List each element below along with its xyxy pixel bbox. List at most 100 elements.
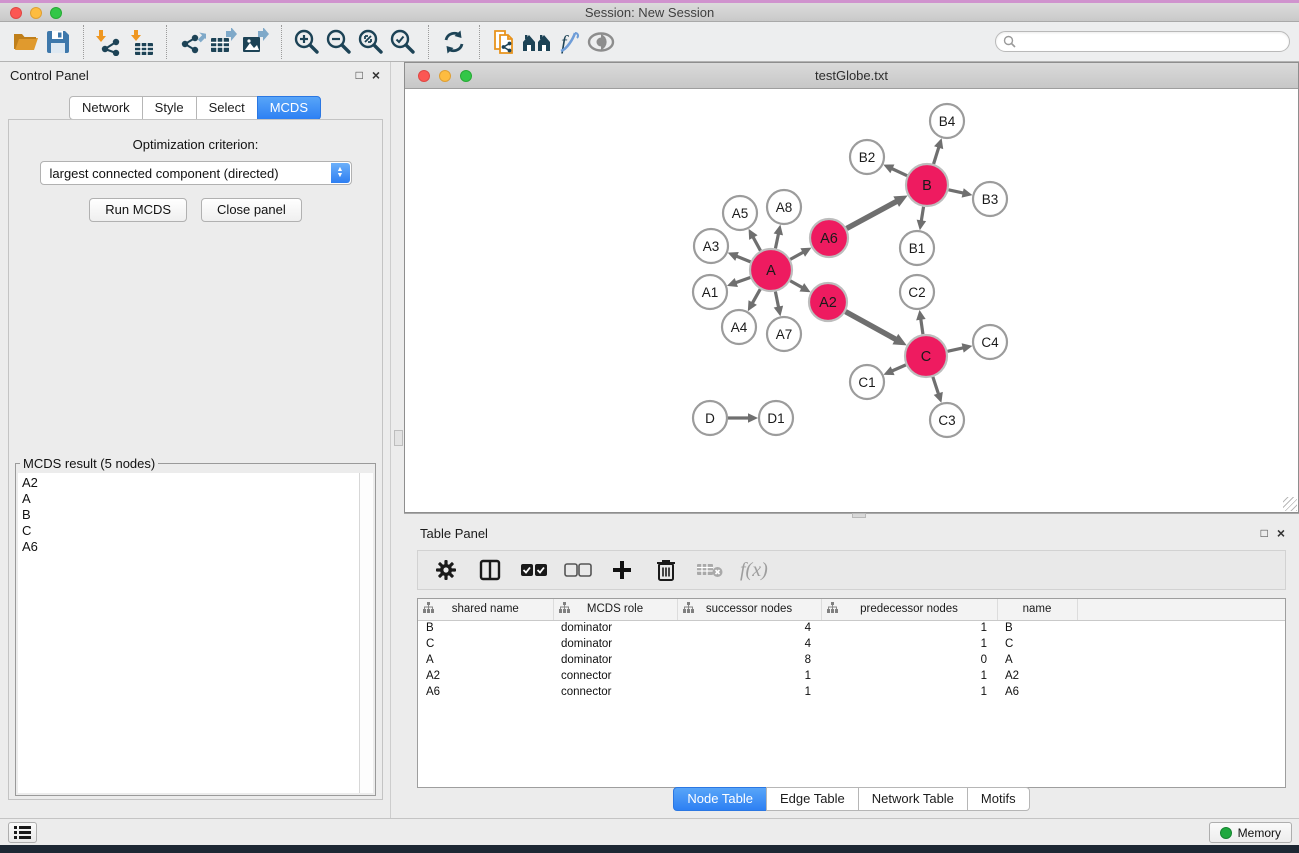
network-zoom-button[interactable]	[460, 70, 472, 82]
table-cell[interactable]: dominator	[553, 652, 677, 668]
copy-network-icon[interactable]	[489, 26, 521, 58]
graph-edge-C-C3[interactable]	[933, 377, 939, 395]
split-divider-grip[interactable]	[394, 430, 403, 446]
table-cell[interactable]: C	[418, 636, 553, 652]
graph-edge-A-A6[interactable]	[790, 252, 804, 260]
tab-mcds[interactable]: MCDS	[257, 96, 321, 120]
graph-edge-B-B2[interactable]	[891, 168, 908, 176]
network-close-button[interactable]	[418, 70, 430, 82]
column-header-successor-nodes[interactable]: successor nodes	[677, 599, 821, 620]
network-canvas[interactable]: ABCA2A6A1A3A4A5A7A8B1B2B3B4C1C2C3C4DD1	[405, 89, 1298, 512]
zoom-selected-icon[interactable]	[387, 26, 419, 58]
network-minimize-button[interactable]	[439, 70, 451, 82]
graph-edge-B-B4[interactable]	[934, 146, 940, 164]
close-panel-button[interactable]: Close panel	[201, 198, 302, 222]
table-options-icon[interactable]	[428, 555, 464, 585]
column-header-predecessor-nodes[interactable]: predecessor nodes	[821, 599, 997, 620]
tab-style[interactable]: Style	[142, 96, 197, 120]
tab-select[interactable]: Select	[196, 96, 258, 120]
export-table-icon[interactable]	[208, 26, 240, 58]
deselect-all-icon[interactable]	[560, 555, 596, 585]
table-row[interactable]: A2connector11A2	[418, 668, 1285, 684]
result-item[interactable]: C	[22, 523, 359, 539]
zoom-in-icon[interactable]	[291, 26, 323, 58]
refresh-icon[interactable]	[438, 26, 470, 58]
graph-edge-A-A4[interactable]	[752, 289, 761, 304]
float-panel-icon[interactable]: □	[356, 69, 363, 81]
close-panel-icon[interactable]: ×	[372, 69, 380, 81]
table-cell[interactable]: A6	[418, 684, 553, 700]
graph-edge-A-A2[interactable]	[790, 281, 803, 289]
table-row[interactable]: Bdominator41B	[418, 620, 1285, 636]
close-window-button[interactable]	[10, 7, 22, 19]
select-stepper-icon[interactable]: ▲▼	[331, 163, 350, 183]
table-cell[interactable]: A6	[997, 684, 1077, 700]
resize-grip-icon[interactable]	[1283, 497, 1297, 511]
table-row[interactable]: Adominator80A	[418, 652, 1285, 668]
column-visibility-icon[interactable]	[472, 555, 508, 585]
export-network-icon[interactable]	[176, 26, 208, 58]
result-item[interactable]: A2	[22, 475, 359, 491]
table-cell[interactable]: connector	[553, 668, 677, 684]
graph-edge-C-C4[interactable]	[947, 348, 964, 352]
result-item[interactable]: A	[22, 491, 359, 507]
float-table-panel-icon[interactable]: □	[1261, 527, 1268, 539]
table-cell[interactable]: A2	[418, 668, 553, 684]
import-network-icon[interactable]	[93, 26, 125, 58]
tab-motifs[interactable]: Motifs	[967, 787, 1030, 811]
function-builder-icon[interactable]: f(x)	[736, 559, 768, 582]
graph-edge-A-A1[interactable]	[734, 277, 750, 283]
result-item[interactable]: B	[22, 507, 359, 523]
toggle-fx-icon[interactable]: f	[553, 26, 585, 58]
run-mcds-button[interactable]: Run MCDS	[89, 198, 187, 222]
table-cell[interactable]: 4	[677, 620, 821, 636]
graph-edge-A-A3[interactable]	[735, 256, 750, 262]
table-cell[interactable]: 1	[821, 620, 997, 636]
minimize-window-button[interactable]	[30, 7, 42, 19]
graph-edge-C-C1[interactable]	[891, 365, 906, 372]
table-cell[interactable]: 8	[677, 652, 821, 668]
graph-edge-C-C2[interactable]	[921, 318, 923, 334]
close-table-panel-icon[interactable]: ×	[1277, 527, 1285, 539]
open-session-icon[interactable]	[10, 26, 42, 58]
table-panel-grip[interactable]	[852, 513, 866, 518]
table-cell[interactable]: 1	[821, 636, 997, 652]
table-cell[interactable]: dominator	[553, 636, 677, 652]
table-cell[interactable]: C	[997, 636, 1077, 652]
result-scrollbar[interactable]	[359, 473, 373, 793]
graph-edge-A6-B[interactable]	[847, 201, 898, 229]
delete-table-icon[interactable]	[692, 555, 728, 585]
save-session-icon[interactable]	[42, 26, 74, 58]
search-input[interactable]	[1016, 34, 1289, 50]
table-cell[interactable]: A	[997, 652, 1077, 668]
import-table-icon[interactable]	[125, 26, 157, 58]
table-cell[interactable]: connector	[553, 684, 677, 700]
cyndex-open-icon[interactable]	[521, 26, 553, 58]
table-row[interactable]: A6connector11A6	[418, 684, 1285, 700]
tab-edge-table[interactable]: Edge Table	[766, 787, 859, 811]
graph-edge-A-A5[interactable]	[752, 236, 760, 251]
search-field[interactable]	[995, 31, 1290, 52]
column-header-mcds-role[interactable]: MCDS role	[553, 599, 677, 620]
table-cell[interactable]: 1	[821, 668, 997, 684]
table-cell[interactable]: B	[997, 620, 1077, 636]
tab-network-table[interactable]: Network Table	[858, 787, 968, 811]
tab-node-table[interactable]: Node Table	[673, 787, 767, 811]
select-all-icon[interactable]	[516, 555, 552, 585]
zoom-window-button[interactable]	[50, 7, 62, 19]
table-cell[interactable]: 1	[677, 668, 821, 684]
table-cell[interactable]: dominator	[553, 620, 677, 636]
zoom-fit-icon[interactable]	[355, 26, 387, 58]
column-header-name[interactable]: name	[997, 599, 1077, 620]
show-hide-graphics-icon[interactable]	[585, 26, 617, 58]
table-cell[interactable]: 1	[677, 684, 821, 700]
graph-edge-A-A8[interactable]	[775, 232, 778, 248]
delete-column-icon[interactable]	[648, 555, 684, 585]
graph-edge-B-B3[interactable]	[948, 190, 964, 194]
export-image-icon[interactable]	[240, 26, 272, 58]
table-cell[interactable]: A	[418, 652, 553, 668]
table-cell[interactable]: 1	[821, 684, 997, 700]
zoom-out-icon[interactable]	[323, 26, 355, 58]
table-row[interactable]: Cdominator41C	[418, 636, 1285, 652]
optimization-criterion-select[interactable]: largest connected component (directed) ▲…	[40, 161, 352, 185]
